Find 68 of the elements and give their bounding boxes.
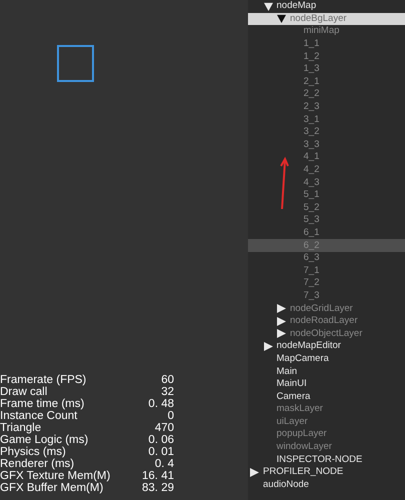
triangle-right-icon[interactable]: [264, 342, 272, 351]
tree-item[interactable]: miniMap: [248, 25, 405, 38]
stat-value: 60: [161, 374, 174, 386]
tree-item[interactable]: 2_1: [248, 76, 405, 88]
tree-item[interactable]: windowLayer: [248, 440, 405, 454]
tree-item[interactable]: 6_1: [248, 226, 405, 240]
tree-item[interactable]: 2_3: [248, 100, 405, 114]
tree-item[interactable]: MapCamera: [248, 352, 405, 366]
stat-value: 0: [168, 410, 174, 422]
triangle-right-icon[interactable]: [277, 304, 286, 314]
tree-item[interactable]: 2_2: [248, 88, 405, 101]
tree-item[interactable]: 7_2: [248, 277, 405, 290]
tree-item[interactable]: 4_1: [248, 151, 405, 164]
tree-item[interactable]: audioNode: [248, 478, 405, 492]
tree-item[interactable]: MainUI: [248, 378, 405, 390]
triangle-right-icon[interactable]: [250, 468, 259, 477]
tree-item[interactable]: 1_1: [248, 38, 405, 50]
triangle-right-icon[interactable]: [277, 329, 286, 338]
tree-item[interactable]: nodeMap: [248, 0, 405, 13]
stat-value: 0. 01: [148, 446, 174, 458]
tree-item[interactable]: 3_3: [248, 138, 405, 152]
stat-label: Game Logic (ms): [0, 434, 90, 446]
tree-item[interactable]: 6_3: [248, 252, 405, 264]
tree-item[interactable]: 5_1: [248, 188, 405, 202]
stat-value: 83. 29: [142, 482, 174, 494]
tree-item[interactable]: 5_3: [248, 214, 405, 227]
tree-item[interactable]: Camera: [248, 390, 405, 403]
stat-value: 0. 06: [148, 434, 174, 446]
stat-label: Framerate (FPS): [0, 374, 88, 386]
tree-item[interactable]: PROFILER_NODE: [248, 466, 405, 479]
square-outline-icon: [57, 45, 94, 82]
tree-item[interactable]: nodeRoadLayer: [248, 314, 405, 328]
tree-item[interactable]: 6_2: [248, 239, 405, 252]
arrow-drawing: [280, 156, 289, 210]
triangle-down-icon[interactable]: [264, 2, 272, 11]
stat-label: GFX Buffer Mem(M): [0, 482, 104, 494]
stat-value: 0. 4: [154, 458, 174, 470]
tree-item[interactable]: 1_3: [248, 62, 405, 76]
tree-item[interactable]: 3_2: [248, 126, 405, 139]
tree-item[interactable]: nodeGridLayer: [248, 302, 405, 315]
tree-item[interactable]: 7_1: [248, 264, 405, 278]
stat-value: 16. 41: [142, 470, 174, 482]
tree-item[interactable]: nodeObjectLayer: [248, 327, 405, 340]
stat-label: Frame time (ms): [0, 398, 86, 410]
stat-label: Draw call: [0, 386, 48, 398]
tree-item[interactable]: Main: [248, 365, 405, 378]
tree-item[interactable]: 5_2: [248, 202, 405, 214]
stat-label: Renderer (ms): [0, 458, 76, 470]
stat-label: GFX Texture Mem(M): [0, 470, 112, 482]
tree-item[interactable]: nodeMapEditor: [248, 340, 405, 353]
tree-item[interactable]: maskLayer: [248, 403, 405, 416]
tree-item[interactable]: 7_3: [248, 290, 405, 302]
triangle-down-icon[interactable]: [277, 14, 286, 24]
tree-item[interactable]: popupLayer: [248, 428, 405, 441]
stat-label: Physics (ms): [0, 446, 67, 458]
stat-value: 32: [161, 386, 174, 398]
tree-item[interactable]: 4_2: [248, 164, 405, 176]
tree-item[interactable]: 4_3: [248, 176, 405, 189]
tree-item[interactable]: 1_2: [248, 50, 405, 63]
tree-item[interactable]: nodeBgLayer: [248, 12, 405, 26]
tree-item[interactable]: uiLayer: [248, 416, 405, 428]
tree-item[interactable]: 3_1: [248, 113, 405, 126]
stat-value: 0. 48: [148, 398, 174, 410]
stat-value: 470: [154, 422, 174, 434]
triangle-right-icon[interactable]: [277, 316, 286, 326]
stat-label: Triangle: [0, 422, 42, 434]
tree-item[interactable]: INSPECTOR-NODE: [248, 453, 405, 466]
stat-label: Instance Count: [0, 410, 78, 422]
